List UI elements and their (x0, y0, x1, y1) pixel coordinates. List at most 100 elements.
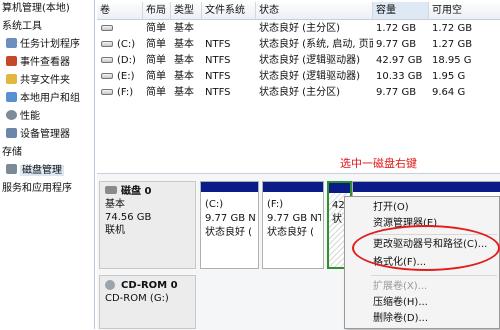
partition-f[interactable]: (F:) 9.77 GB NT 状态良好 ( (262, 181, 324, 269)
hard-disk-icon (105, 186, 117, 194)
partition-bar (329, 183, 350, 193)
tree-item-label: 本地用户和组 (20, 93, 80, 104)
highlight-ring (352, 225, 500, 271)
table-row[interactable]: 简单 基本 状态良好 (主分区) 1.72 GB 1.72 GB (97, 21, 500, 36)
cdrom-icon (105, 280, 115, 290)
cell-status: 状态良好 (主分区) (259, 23, 340, 34)
disk-state: 联机 (105, 225, 125, 236)
tree-item-label: 共享文件夹 (20, 75, 70, 86)
partition-size: 9.77 GB NT (205, 213, 256, 224)
cell-free: 1.27 GB (432, 39, 473, 50)
cell-status: 状态良好 (逻辑驱动器) (259, 55, 360, 66)
cell-filesystem: NTFS (205, 71, 231, 82)
disk-kind: CD-ROM (G:) (105, 293, 169, 304)
table-row[interactable]: (D:) 简单 基本 NTFS 状态良好 (逻辑驱动器) 42.97 GB 18… (97, 53, 500, 68)
tree-item-label: 性能 (20, 111, 40, 122)
device-manager-icon (6, 128, 17, 138)
disk-name: CD-ROM 0 (121, 280, 178, 291)
tree-section-storage[interactable]: 存储 (2, 146, 22, 160)
cell-free: 9.64 G (432, 87, 466, 98)
menu-item-open[interactable]: 打开(O) (373, 200, 409, 216)
tree-root[interactable]: 算机管理(本地) (2, 2, 70, 16)
cell-volume (117, 21, 145, 36)
shared-folder-icon (6, 74, 17, 84)
users-icon (6, 92, 17, 102)
volume-icon (101, 41, 113, 47)
volume-table-header: 卷 布局 类型 文件系统 状态 容量 可用空 (97, 2, 500, 20)
cell-layout: 简单 (146, 87, 166, 98)
cell-free: 1.72 GB (432, 23, 473, 34)
tree-item-device-manager[interactable]: 设备管理器 (6, 128, 70, 142)
performance-icon (6, 110, 17, 120)
cell-layout: 简单 (146, 23, 166, 34)
cell-capacity: 9.77 GB (376, 39, 417, 50)
table-row[interactable]: (F:) 简单 基本 NTFS 状态良好 (主分区) 9.77 GB 9.64 … (97, 85, 500, 100)
column-header-layout[interactable]: 布局 (143, 2, 171, 19)
tree-section-tools[interactable]: 系统工具 (2, 20, 42, 34)
tree-section-storage-label: 存储 (2, 147, 22, 158)
cell-status: 状态良好 (系统, 启动, 页面... (259, 39, 373, 50)
tree-section-services[interactable]: 服务和应用程序 (2, 182, 72, 196)
table-row[interactable]: (E:) 简单 基本 NTFS 状态良好 (逻辑驱动器) 10.33 GB 1.… (97, 69, 500, 84)
partition-bar (353, 182, 500, 192)
partition-status: 状态良好 ( (205, 227, 253, 238)
cell-volume: (F:) (117, 87, 134, 98)
partition-bar (201, 182, 258, 192)
cell-volume: (C:) (117, 39, 136, 50)
volume-icon (101, 73, 113, 79)
column-header-capacity[interactable]: 容量 (373, 2, 429, 19)
tree-item-disk-management[interactable]: 磁盘管理 (6, 164, 64, 178)
tree-item-label: 设备管理器 (20, 129, 70, 140)
cell-capacity: 42.97 GB (376, 55, 423, 66)
cell-filesystem: NTFS (205, 55, 231, 66)
cell-layout: 简单 (146, 39, 166, 50)
disk-name: 磁盘 0 (121, 186, 152, 197)
column-header-status[interactable]: 状态 (256, 2, 373, 19)
disk-kind: 基本 (105, 199, 125, 210)
task-scheduler-icon (6, 38, 17, 48)
cell-free: 1.95 G (432, 71, 466, 82)
partition-bar (263, 182, 323, 192)
table-row[interactable]: (C:) 简单 基本 NTFS 状态良好 (系统, 启动, 页面... 9.77… (97, 37, 500, 52)
cell-volume: (D:) (117, 55, 136, 66)
navigation-tree: 算机管理(本地) 系统工具 任务计划程序 事件查看器 共享文件夹 本地用户和组 … (0, 0, 95, 329)
tree-item-local-users[interactable]: 本地用户和组 (6, 92, 80, 106)
tree-item-label: 任务计划程序 (20, 39, 80, 50)
cell-capacity: 9.77 GB (376, 87, 417, 98)
column-header-free[interactable]: 可用空 (429, 2, 500, 19)
tree-item-event-viewer[interactable]: 事件查看器 (6, 56, 70, 70)
menu-separator (371, 275, 497, 276)
partition-c[interactable]: (C:) 9.77 GB NT 状态良好 ( (200, 181, 259, 269)
column-header-filesystem[interactable]: 文件系统 (202, 2, 256, 19)
disk-management-icon (6, 164, 17, 174)
tree-item-label: 磁盘管理 (20, 165, 64, 176)
cell-type: 基本 (174, 71, 194, 82)
cell-free: 18.95 G (432, 55, 472, 66)
cell-status: 状态良好 (主分区) (259, 87, 340, 98)
cell-type: 基本 (174, 55, 194, 66)
cdrom-0-label[interactable]: CD-ROM 0 CD-ROM (G:) (99, 275, 196, 329)
cell-volume: (E:) (117, 71, 135, 82)
cell-layout: 简单 (146, 55, 166, 66)
partition-drive: (F:) (267, 199, 284, 210)
menu-item-extend-volume[interactable]: 扩展卷(X)... (373, 279, 427, 295)
disk-size: 74.56 GB (105, 212, 152, 223)
column-header-volume[interactable]: 卷 (97, 2, 143, 19)
tree-root-label: 算机管理(本地) (2, 3, 70, 14)
partition-size: 9.77 GB NT (267, 213, 321, 224)
tree-item-performance[interactable]: 性能 (6, 110, 40, 124)
tree-section-tools-label: 系统工具 (2, 21, 42, 32)
cell-filesystem: NTFS (205, 39, 231, 50)
volume-icon (101, 25, 113, 31)
menu-item-shrink-volume[interactable]: 压缩卷(H)... (373, 295, 428, 311)
cell-layout: 简单 (146, 71, 166, 82)
tree-item-task-scheduler[interactable]: 任务计划程序 (6, 38, 80, 52)
volume-icon (101, 89, 113, 95)
cell-capacity: 10.33 GB (376, 71, 423, 82)
disk-0-label[interactable]: 磁盘 0 基本 74.56 GB 联机 (99, 181, 196, 269)
cell-type: 基本 (174, 87, 194, 98)
event-viewer-icon (6, 56, 17, 66)
menu-item-delete-volume[interactable]: 删除卷(D)... (373, 311, 428, 327)
column-header-type[interactable]: 类型 (171, 2, 202, 19)
tree-item-shared-folders[interactable]: 共享文件夹 (6, 74, 70, 88)
